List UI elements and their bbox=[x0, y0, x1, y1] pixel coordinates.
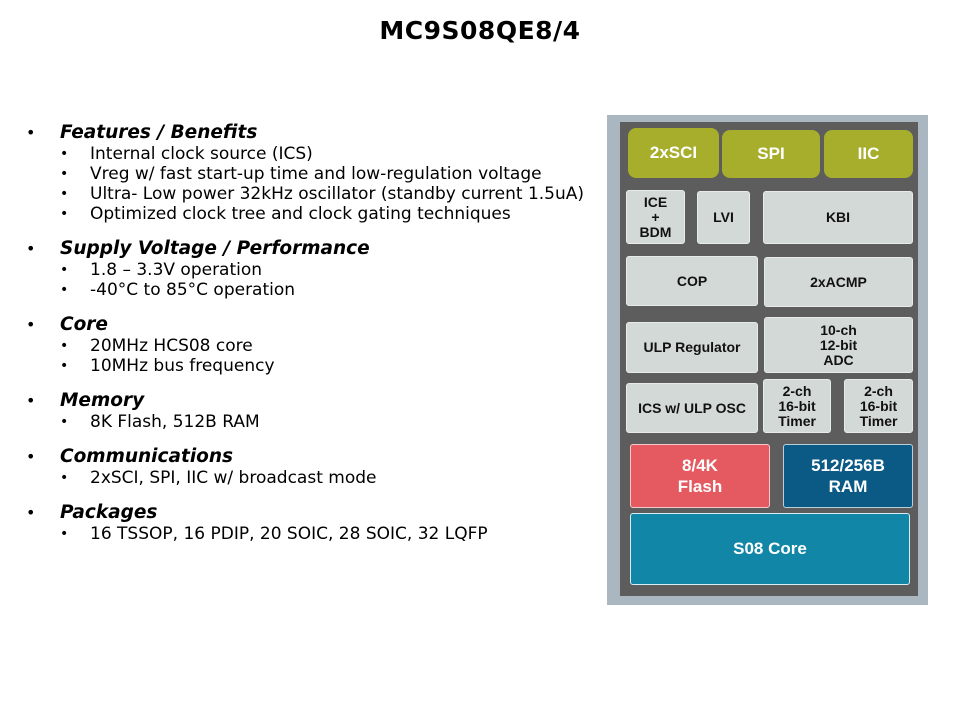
block-adc: 10-ch 12-bit ADC bbox=[764, 317, 913, 373]
section-memory: • Memory • 8K Flash, 512B RAM bbox=[26, 390, 586, 432]
list-item: • 10MHz bus frequency bbox=[60, 356, 275, 376]
list-item: • 1.8 – 3.3V operation bbox=[60, 260, 263, 280]
list-item: • 20MHz HCS08 core bbox=[60, 336, 253, 356]
slide-title: MC9S08QE8/4 bbox=[379, 16, 581, 45]
block-kbi: KBI bbox=[763, 191, 913, 244]
block-ulp-regulator: ULP Regulator bbox=[626, 322, 758, 373]
section-heading: • Communications bbox=[26, 446, 234, 467]
list-item: • 8K Flash, 512B RAM bbox=[60, 412, 260, 432]
list-item: • Vreg w/ fast start-up time and low-regu… bbox=[60, 164, 542, 184]
bullet-icon: • bbox=[60, 146, 69, 162]
bullet-icon: • bbox=[26, 391, 36, 410]
section-heading: • Core bbox=[26, 314, 108, 335]
section-features: • Features / Benefits • Internal clock sou… bbox=[26, 122, 586, 224]
bullet-icon: • bbox=[26, 239, 36, 258]
section-core: • Core • 20MHz HCS08 core • 10MHz bus frequ… bbox=[26, 314, 586, 376]
section-supply-voltage: • Supply Voltage / Performance • 1.8 – 3.3… bbox=[26, 238, 586, 300]
section-heading: • Supply Voltage / Performance bbox=[26, 238, 370, 259]
section-packages: • Packages • 16 TSSOP, 16 PDIP, 20 SOIC, 2… bbox=[26, 502, 586, 544]
bullet-icon: • bbox=[60, 414, 69, 430]
block-iic: IIC bbox=[824, 130, 913, 178]
block-timer-1: 2-ch 16-bit Timer bbox=[763, 379, 831, 433]
block-ice-bdm: ICE + BDM bbox=[626, 190, 685, 244]
bullet-icon: • bbox=[60, 262, 69, 278]
bullet-icon: • bbox=[60, 282, 69, 298]
bullet-icon: • bbox=[60, 470, 69, 486]
block-cop: COP bbox=[626, 256, 758, 306]
section-heading: • Memory bbox=[26, 390, 145, 411]
block-timer-2: 2-ch 16-bit Timer bbox=[844, 379, 913, 433]
bullet-icon: • bbox=[60, 186, 69, 202]
block-2xacmp: 2xACMP bbox=[764, 257, 913, 307]
list-item: • 16 TSSOP, 16 PDIP, 20 SOIC, 28 SOIC, 32… bbox=[60, 524, 488, 544]
list-item: • Optimized clock tree and clock gating t… bbox=[60, 204, 511, 224]
section-heading: • Packages bbox=[26, 502, 158, 523]
block-flash: 8/4K Flash bbox=[630, 444, 770, 508]
section-communications: • Communications • 2xSCI, SPI, IIC w/ broa… bbox=[26, 446, 586, 488]
bullet-icon: • bbox=[60, 338, 69, 354]
bullet-icon: • bbox=[60, 358, 69, 374]
bullet-icon: • bbox=[60, 206, 69, 222]
bullet-icon: • bbox=[26, 503, 36, 522]
bullet-icon: • bbox=[60, 166, 69, 182]
section-heading: • Features / Benefits bbox=[26, 122, 258, 143]
list-item: • -40°C to 85°C operation bbox=[60, 280, 296, 300]
block-spi: SPI bbox=[722, 130, 820, 178]
list-item: • 2xSCI, SPI, IIC w/ broadcast mode bbox=[60, 468, 377, 488]
bullet-icon: • bbox=[60, 526, 69, 542]
list-item: • Ultra- Low power 32kHz oscillator (stan… bbox=[60, 184, 585, 204]
list-item: • Internal clock source (ICS) bbox=[60, 144, 313, 164]
block-s08-core: S08 Core bbox=[630, 513, 910, 585]
feature-list: • Features / Benefits • Internal clock sou… bbox=[26, 122, 586, 558]
block-2xsci: 2xSCI bbox=[628, 128, 719, 178]
block-ics-ulp-osc: ICS w/ ULP OSC bbox=[626, 383, 758, 433]
block-lvi: LVI bbox=[697, 191, 750, 244]
bullet-icon: • bbox=[26, 315, 36, 334]
bullet-icon: • bbox=[26, 447, 36, 466]
bullet-icon: • bbox=[26, 123, 36, 142]
block-ram: 512/256B RAM bbox=[783, 444, 913, 508]
